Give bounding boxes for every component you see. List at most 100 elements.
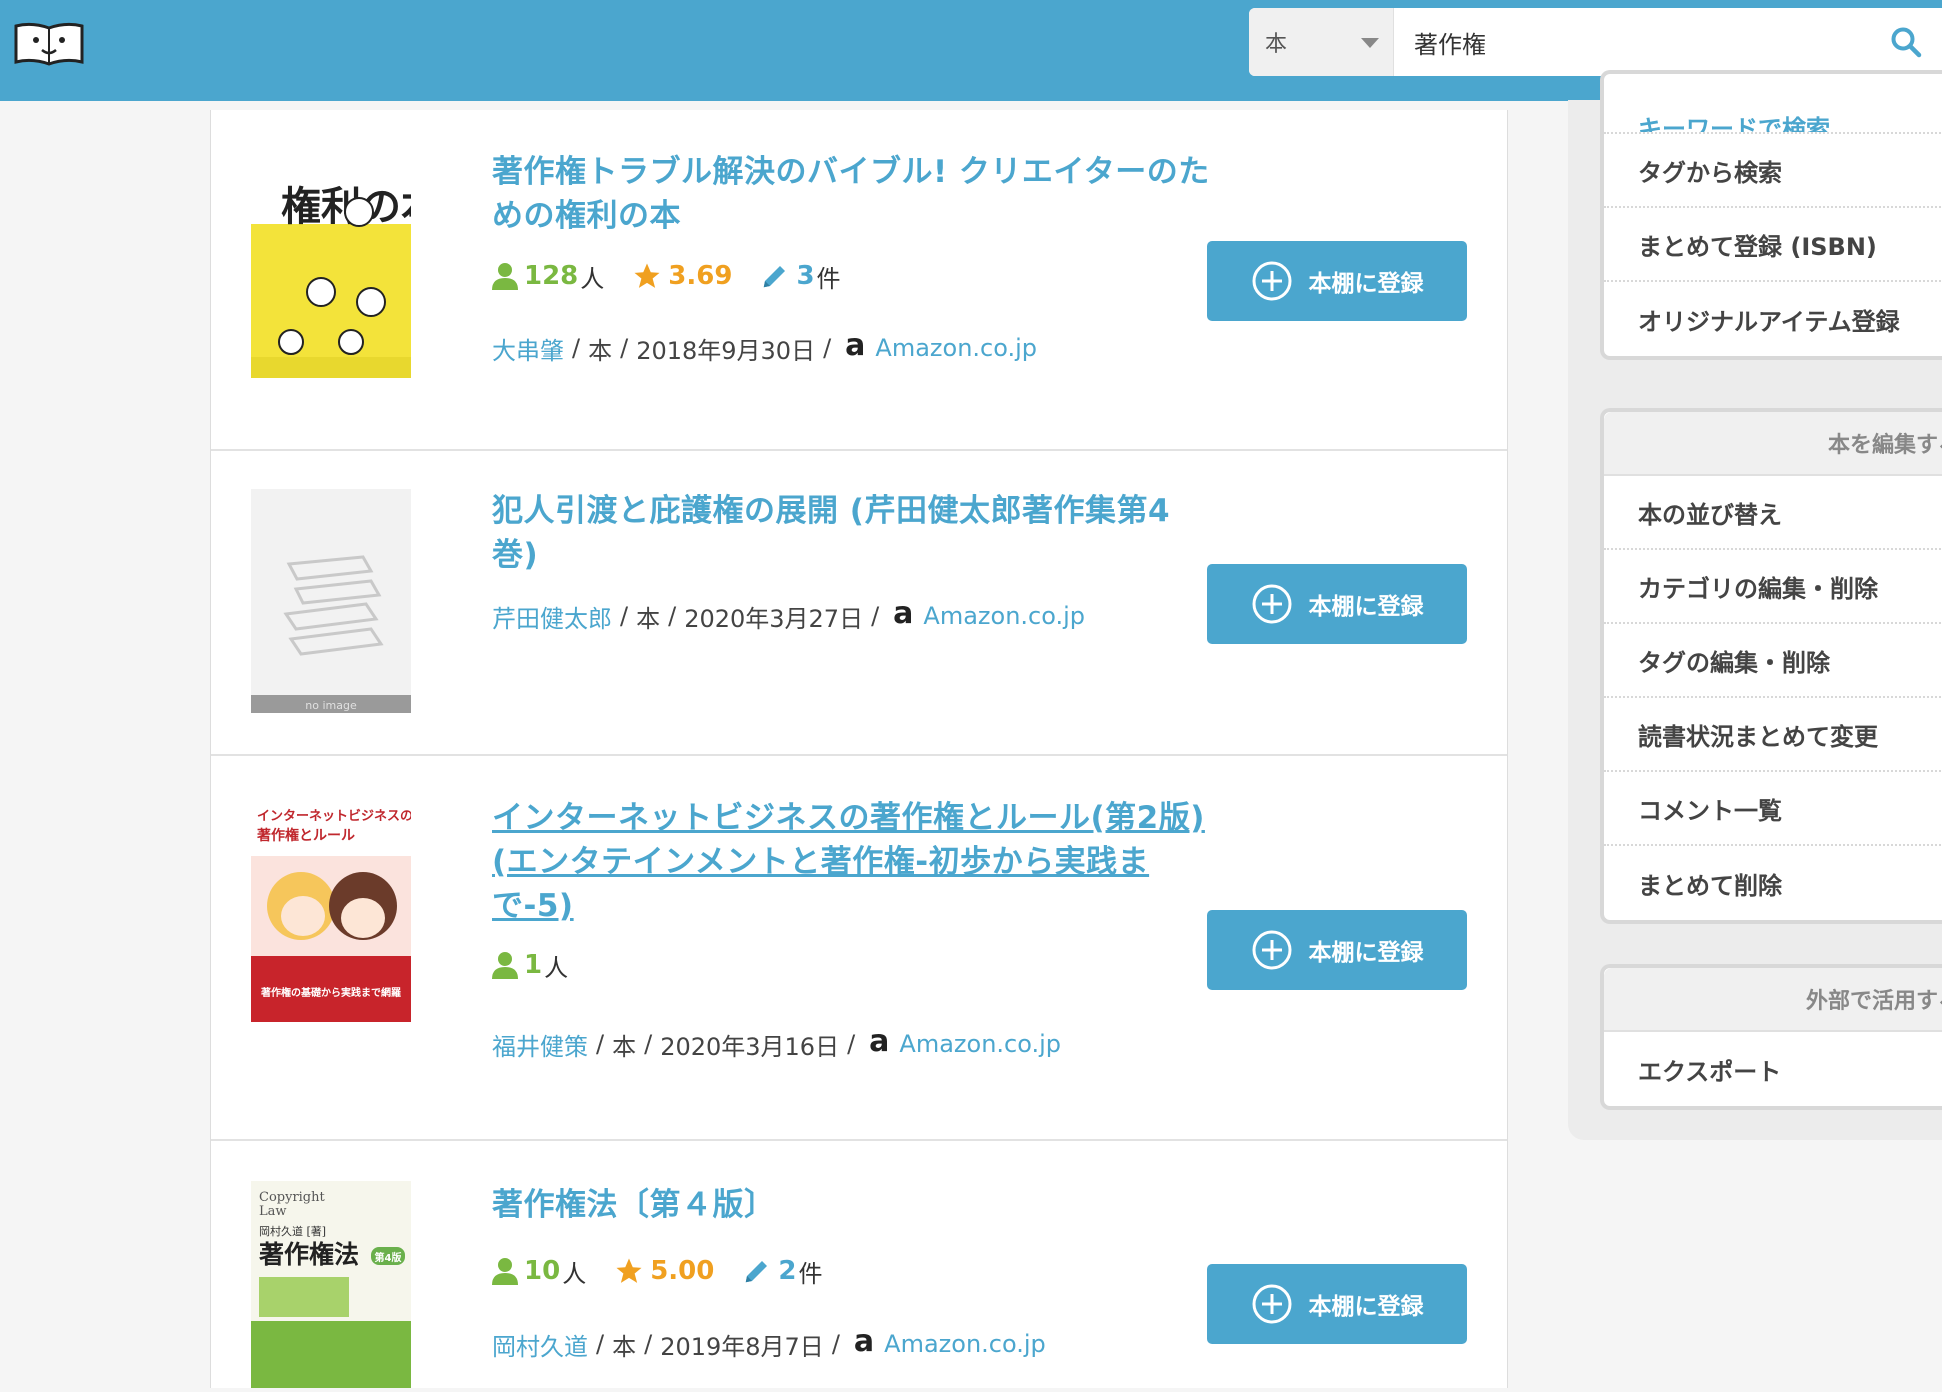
reviews-stat: 2件 (742, 1254, 822, 1289)
add-to-shelf-label: 本棚に登録 (1308, 940, 1424, 966)
pencil-icon (746, 1261, 768, 1283)
book-title[interactable]: インターネットビジネスの著作権とルール(第2版) (エンタテインメントと著作権-… (492, 796, 1212, 928)
external-use-panel: 外部で活用する エクスポート (1600, 964, 1942, 1110)
separator: / (596, 1330, 605, 1358)
rating-value: 3.69 (668, 261, 733, 291)
add-to-shelf-label: 本棚に登録 (1308, 1294, 1424, 1320)
book-title[interactable]: 犯人引渡と庇護権の展開 (芹田健太郎著作集第4巻) (492, 489, 1212, 577)
book-meta: 福井健策 / 本 / 2020年3月16日 / a Amazon.co.jp (492, 1024, 1061, 1064)
amazon-icon: a (845, 327, 866, 363)
cover-text: 著作権法 (259, 1240, 359, 1269)
sidebar-item-tag-search[interactable]: タグから検索 (1604, 134, 1942, 208)
edit-books-panel: 本を編集する 本の並び替え カテゴリの編集・削除 タグの編集・削除 読書状況まと… (1600, 408, 1942, 924)
separator: / (596, 1030, 605, 1058)
item-type: 本 (612, 1332, 637, 1361)
item-type: 本 (612, 1032, 637, 1061)
book-row: Copyright Law 岡村久道 [著] 著作権法 第4版 著作権法〔第４版… (211, 1141, 1507, 1388)
search-input[interactable] (1394, 8, 1870, 76)
publish-date: 2020年3月16日 (660, 1032, 840, 1061)
book-cover[interactable]: no image (251, 489, 411, 713)
add-to-shelf-button[interactable]: 本棚に登録 (1207, 241, 1467, 321)
book-meta: 大串肇 / 本 / 2018年9月30日 / a Amazon.co.jp (492, 328, 1037, 368)
separator: / (871, 602, 880, 630)
users-count: 1 (524, 950, 543, 980)
book-cover[interactable]: 権利の本 (251, 152, 441, 378)
author-link[interactable]: 岡村久道 (492, 1327, 588, 1362)
rating-stat: 5.00 (614, 1256, 714, 1286)
amazon-icon: a (853, 1323, 875, 1359)
separator: / (620, 334, 629, 362)
sidebar-item-label: まとめて登録 (ISBN) (1638, 232, 1877, 261)
author-link[interactable]: 大串肇 (492, 331, 564, 366)
users-stat: 1人 (492, 948, 568, 983)
separator: / (644, 1330, 653, 1358)
user-icon (492, 1258, 518, 1285)
cover-text: Law (259, 1204, 287, 1219)
separator: / (644, 1030, 653, 1058)
sidebar-item-label: カテゴリの編集・削除 (1638, 574, 1878, 603)
sidebar-item-label: タグから検索 (1638, 158, 1782, 187)
sidebar-item-edit-tags[interactable]: タグの編集・削除 (1604, 624, 1942, 698)
sidebar-item-sort[interactable]: 本の並び替え (1604, 476, 1942, 550)
sidebar-item-original-item[interactable]: オリジナルアイテム登録 (1604, 282, 1942, 356)
add-to-shelf-button[interactable]: 本棚に登録 (1207, 910, 1467, 990)
book-title[interactable]: 著作権トラブル解決のバイブル! クリエイターのための権利の本 (492, 150, 1212, 238)
sidebar-item-label: キーワードで検索 (1638, 115, 1830, 134)
amazon-link[interactable]: Amazon.co.jp (884, 1330, 1046, 1358)
book-cover[interactable]: インターネットビジネスの 著作権とルール 著作権の基礎から実践まで網羅 (251, 796, 413, 1022)
sidebar-item-export[interactable]: エクスポート (1604, 1032, 1942, 1106)
separator: / (831, 1330, 840, 1358)
amazon-link[interactable]: Amazon.co.jp (875, 334, 1037, 362)
book-row: 権利の本 著作権トラブル解決のバイブル! クリエイターのための権利の本 128人… (211, 110, 1507, 451)
sidebar-item-label: エクスポート (1638, 1057, 1782, 1086)
separator: / (572, 334, 581, 362)
cover-text: Copyright (259, 1190, 326, 1205)
plus-circle-icon (1252, 584, 1291, 624)
sidebar-item-label: タグの編集・削除 (1638, 648, 1830, 677)
reviews-count: 3 (796, 261, 815, 291)
amazon-icon: a (869, 1023, 890, 1059)
separator: / (847, 1030, 856, 1058)
sidebar: キーワードで検索 タグから検索 まとめて登録 (ISBN) オリジナルアイテム登… (1568, 70, 1942, 1140)
sidebar-item-bulk-isbn[interactable]: まとめて登録 (ISBN) (1604, 208, 1942, 282)
author-link[interactable]: 芹田健太郎 (492, 599, 612, 634)
add-to-shelf-button[interactable]: 本棚に登録 (1207, 1264, 1467, 1344)
add-to-shelf-label: 本棚に登録 (1308, 594, 1424, 620)
search-icon (1891, 27, 1922, 58)
separator: / (668, 602, 677, 630)
sidebar-item-keyword-search[interactable]: キーワードで検索 (1604, 74, 1942, 134)
sidebar-item-label: 本の並び替え (1638, 500, 1782, 529)
search-button[interactable] (1870, 8, 1942, 76)
book-cover[interactable]: Copyright Law 岡村久道 [著] 著作権法 第4版 (251, 1181, 411, 1388)
search-category-select[interactable]: 本 (1249, 8, 1394, 76)
sidebar-item-edit-category[interactable]: カテゴリの編集・削除 (1604, 550, 1942, 624)
users-count: 10 (524, 1256, 561, 1286)
separator: / (620, 602, 629, 630)
sidebar-item-bulk-delete[interactable]: まとめて削除 (1604, 846, 1942, 920)
sidebar-item-label: まとめて削除 (1638, 871, 1782, 900)
item-type: 本 (588, 336, 613, 365)
publish-date: 2019年8月7日 (660, 1332, 824, 1361)
search-menu-panel: キーワードで検索 タグから検索 まとめて登録 (ISBN) オリジナルアイテム登… (1600, 70, 1942, 360)
book-logo-icon[interactable] (14, 20, 84, 66)
amazon-link[interactable]: Amazon.co.jp (923, 602, 1085, 630)
amazon-link[interactable]: Amazon.co.jp (899, 1030, 1061, 1058)
users-stat: 128 人 (492, 259, 604, 294)
search-bar: 本 (1249, 8, 1942, 76)
book-title[interactable]: 著作権法〔第４版〕 (492, 1183, 1212, 1227)
star-icon (616, 1258, 642, 1283)
user-icon (492, 263, 518, 290)
book-list: 権利の本 著作権トラブル解決のバイブル! クリエイターのための権利の本 128人… (210, 110, 1508, 1388)
plus-circle-icon (1252, 1284, 1291, 1324)
sidebar-item-comments[interactable]: コメント一覧 (1604, 772, 1942, 846)
book-row: インターネットビジネスの 著作権とルール 著作権の基礎から実践まで網羅 インター… (211, 756, 1507, 1141)
reviews-unit: 件 (816, 264, 841, 293)
plus-circle-icon (1252, 930, 1291, 970)
add-to-shelf-button[interactable]: 本棚に登録 (1207, 564, 1467, 644)
search-category-value: 本 (1265, 32, 1288, 57)
star-icon (634, 263, 660, 288)
sidebar-item-bulk-status[interactable]: 読書状況まとめて変更 (1604, 698, 1942, 772)
author-link[interactable]: 福井健策 (492, 1027, 588, 1062)
cover-text: インターネットビジネスの (257, 808, 411, 824)
separator: / (823, 334, 832, 362)
